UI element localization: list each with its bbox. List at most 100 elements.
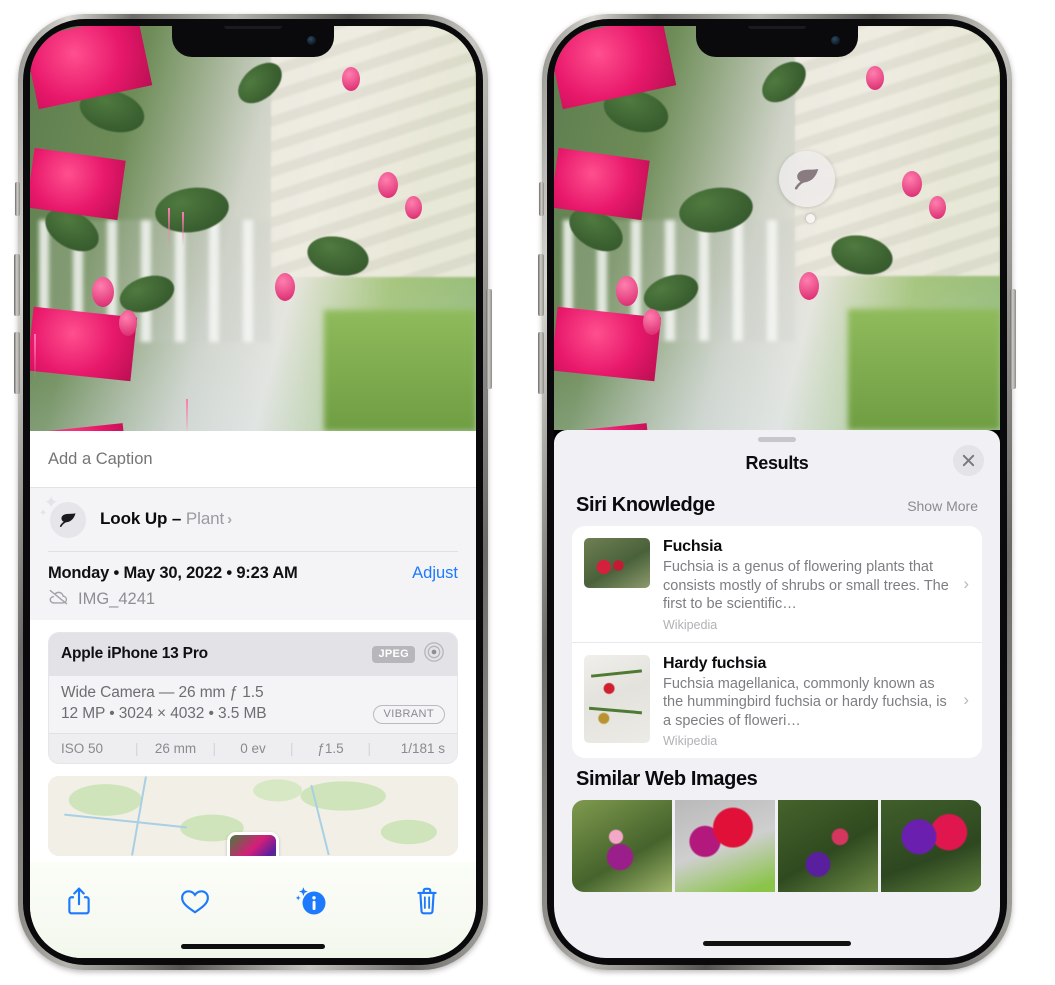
chevron-right-icon: ›	[963, 690, 969, 710]
volume-up-button[interactable]	[538, 254, 544, 316]
side-power-button[interactable]	[486, 289, 492, 389]
exif-aperture: ƒ1.5	[317, 740, 344, 756]
size-line-row: 12 MP • 3024 × 4032 • 3.5 MB VIBRANT	[61, 704, 445, 724]
sparkle-icon: ✦	[39, 508, 48, 519]
file-row: IMG_4241	[48, 589, 458, 610]
notch	[172, 26, 334, 57]
similar-web-images-header: Similar Web Images	[554, 758, 1000, 800]
mute-switch[interactable]	[15, 182, 20, 216]
look-up-title: Look Up	[100, 509, 168, 528]
result-source: Wikipedia	[663, 734, 718, 748]
front-camera-icon	[307, 36, 316, 45]
result-title: Fuchsia	[663, 538, 723, 555]
exif-iso: ISO 50	[61, 740, 104, 756]
look-up-icon-wrap: ✦ ✦	[39, 494, 86, 538]
leaf-icon	[50, 502, 86, 538]
sheet-title: Results	[745, 452, 809, 473]
size-line: 12 MP • 3024 × 4032 • 3.5 MB	[61, 705, 267, 722]
home-indicator[interactable]	[703, 941, 851, 946]
look-up-label: Look Up – Plant ›	[100, 509, 232, 529]
look-up-subject: Plant	[185, 509, 225, 528]
similar-web-images-strip[interactable]	[572, 800, 982, 892]
photo-porch-siding	[270, 26, 476, 278]
delete-button[interactable]	[404, 878, 450, 924]
photo-bud	[643, 308, 662, 335]
web-image-thumbnail[interactable]	[572, 800, 672, 892]
look-up-row[interactable]: ✦ ✦ Look Up – Plant ›	[30, 487, 476, 551]
camera-info-card: Apple iPhone 13 Pro JPEG Wide Camera — 2…	[48, 631, 458, 764]
siri-knowledge-header: Siri Knowledge Show More	[554, 484, 1000, 526]
side-power-button[interactable]	[1010, 289, 1016, 389]
result-description: Fuchsia is a genus of flowering plants t…	[663, 559, 949, 612]
screenshot-stage: ✦ ✦ Look Up – Plant›	[0, 0, 1055, 985]
photo-flower	[30, 147, 126, 221]
lens-line: Wide Camera — 26 mm ƒ 1.5	[61, 683, 264, 701]
web-image-thumbnail[interactable]	[675, 800, 775, 892]
photo-bud	[342, 66, 361, 91]
results-sheet: Results Siri Knowledge Show More Fuchsia…	[554, 430, 1000, 958]
photo-toolbar	[30, 862, 476, 958]
aperture-icon	[423, 641, 445, 668]
location-map[interactable]	[48, 775, 458, 856]
close-button[interactable]	[953, 445, 984, 476]
exif-focal-length: 26 mm	[154, 740, 197, 756]
earpiece-speaker	[224, 26, 282, 29]
format-badge: JPEG	[372, 645, 415, 663]
chevron-right-icon: ›	[227, 511, 233, 528]
photo-bud	[404, 196, 422, 220]
camera-card-body: Wide Camera — 26 mm ƒ 1.5 12 MP • 3024 ×…	[49, 675, 457, 733]
result-thumbnail	[584, 538, 650, 588]
front-camera-icon	[831, 36, 840, 45]
result-title: Hardy fuchsia	[663, 654, 767, 672]
exif-exposure-value: 0 ev	[240, 740, 266, 756]
photo-lawn	[324, 309, 476, 431]
photo-bud	[119, 309, 138, 336]
caption-row[interactable]	[30, 431, 476, 487]
show-more-button[interactable]: Show More	[907, 498, 978, 514]
volume-down-button[interactable]	[538, 332, 544, 394]
metadata-block: Monday • May 30, 2022 • 9:23 AM Adjust I…	[30, 551, 476, 620]
camera-model: Apple iPhone 13 Pro	[61, 645, 208, 662]
knowledge-result-row[interactable]: Fuchsia Fuchsia is a genus of flowering …	[572, 526, 982, 642]
photo-viewer[interactable]	[30, 26, 476, 431]
web-image-thumbnail[interactable]	[881, 800, 981, 892]
exif-shutter-speed: 1/181 s	[400, 740, 445, 756]
result-body: Fuchsia Fuchsia is a genus of flowering …	[663, 538, 970, 632]
mute-switch[interactable]	[539, 182, 544, 216]
left-phone-mockup: ✦ ✦ Look Up – Plant›	[14, 14, 492, 970]
date-row: Monday • May 30, 2022 • 9:23 AM Adjust	[48, 564, 458, 583]
exif-row: ISO 50 | 26 mm | 0 ev | ƒ1.5 | 1/181 s	[49, 732, 457, 763]
adjust-button[interactable]: Adjust	[412, 564, 458, 583]
home-indicator[interactable]	[181, 944, 325, 949]
map-photo-pin[interactable]	[227, 831, 279, 856]
caption-input[interactable]	[48, 449, 458, 469]
sheet-header: Results	[554, 442, 1000, 484]
file-name: IMG_4241	[78, 589, 156, 608]
notch	[696, 26, 858, 57]
photo-flower	[554, 147, 650, 221]
photo-porch-siding	[794, 26, 1000, 277]
earpiece-speaker	[748, 26, 806, 29]
knowledge-result-row[interactable]: Hardy fuchsia Fuchsia magellanica, commo…	[572, 641, 982, 759]
capture-date: Monday • May 30, 2022 • 9:23 AM	[48, 563, 298, 582]
photo-viewer[interactable]	[554, 26, 1000, 430]
cloud-slash-icon	[48, 589, 69, 610]
right-phone-mockup: Results Siri Knowledge Show More Fuchsia…	[538, 14, 1016, 970]
volume-up-button[interactable]	[14, 254, 20, 316]
favorite-button[interactable]	[172, 878, 218, 924]
camera-card-header: Apple iPhone 13 Pro JPEG	[49, 632, 457, 676]
result-source: Wikipedia	[663, 617, 718, 632]
left-phone-screen: ✦ ✦ Look Up – Plant›	[30, 26, 476, 958]
result-body: Hardy fuchsia Fuchsia magellanica, commo…	[663, 655, 970, 749]
photo-bud	[928, 195, 946, 219]
chevron-right-icon: ›	[963, 573, 969, 593]
web-image-thumbnail[interactable]	[778, 800, 878, 892]
similar-web-images-title: Similar Web Images	[576, 768, 758, 790]
photo-lawn	[848, 308, 1000, 430]
info-button[interactable]	[288, 878, 334, 924]
siri-knowledge-title: Siri Knowledge	[576, 494, 715, 516]
share-button[interactable]	[56, 878, 102, 924]
volume-down-button[interactable]	[14, 332, 20, 394]
siri-knowledge-card: Fuchsia Fuchsia is a genus of flowering …	[572, 526, 982, 758]
divider	[48, 551, 458, 552]
